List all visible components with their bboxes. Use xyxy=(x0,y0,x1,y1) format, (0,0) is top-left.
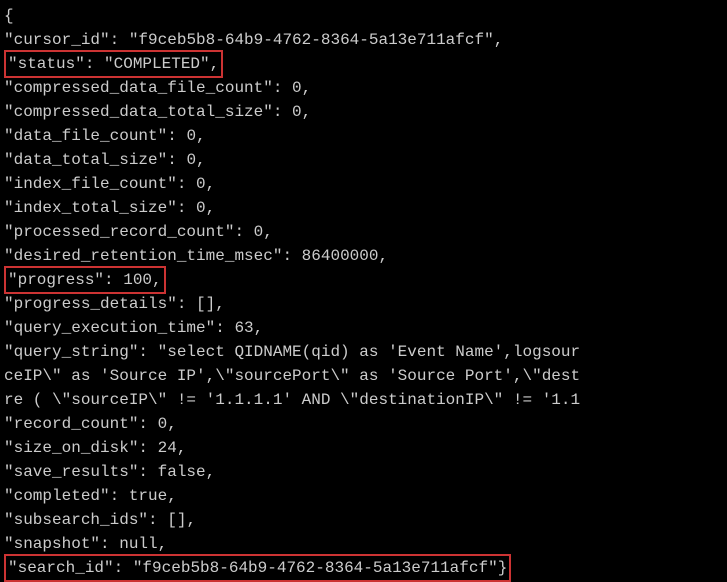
json-output: { "cursor_id": "f9ceb5b8-64b9-4762-8364-… xyxy=(4,4,723,580)
compressed-data-file-count-line: "compressed_data_file_count": 0, xyxy=(4,76,723,100)
snapshot-line: "snapshot": null, xyxy=(4,532,723,556)
query-string-line-2: ceIP\" as 'Source IP',\"sourcePort\" as … xyxy=(4,364,723,388)
size-on-disk-line: "size_on_disk": 24, xyxy=(4,436,723,460)
search-id-highlight: "search_id": "f9ceb5b8-64b9-4762-8364-5a… xyxy=(4,554,511,582)
record-count-line: "record_count": 0, xyxy=(4,412,723,436)
subsearch-ids-line: "subsearch_ids": [], xyxy=(4,508,723,532)
compressed-data-total-size-line: "compressed_data_total_size": 0, xyxy=(4,100,723,124)
status-highlight: "status": "COMPLETED", xyxy=(4,50,223,78)
progress-details-line: "progress_details": [], xyxy=(4,292,723,316)
index-file-count-line: "index_file_count": 0, xyxy=(4,172,723,196)
search-id-line: "search_id": "f9ceb5b8-64b9-4762-8364-5a… xyxy=(4,556,723,580)
query-string-line-1: "query_string": "select QIDNAME(qid) as … xyxy=(4,340,723,364)
query-execution-time-line: "query_execution_time": 63, xyxy=(4,316,723,340)
progress-highlight: "progress": 100, xyxy=(4,266,166,294)
desired-retention-time-msec-line: "desired_retention_time_msec": 86400000, xyxy=(4,244,723,268)
cursor-id-line: "cursor_id": "f9ceb5b8-64b9-4762-8364-5a… xyxy=(4,28,723,52)
progress-line: "progress": 100, xyxy=(4,268,723,292)
save-results-line: "save_results": false, xyxy=(4,460,723,484)
data-total-size-line: "data_total_size": 0, xyxy=(4,148,723,172)
status-line: "status": "COMPLETED", xyxy=(4,52,723,76)
processed-record-count-line: "processed_record_count": 0, xyxy=(4,220,723,244)
index-total-size-line: "index_total_size": 0, xyxy=(4,196,723,220)
json-open: { xyxy=(4,4,723,28)
data-file-count-line: "data_file_count": 0, xyxy=(4,124,723,148)
completed-line: "completed": true, xyxy=(4,484,723,508)
query-string-line-3: re ( \"sourceIP\" != '1.1.1.1' AND \"des… xyxy=(4,388,723,412)
